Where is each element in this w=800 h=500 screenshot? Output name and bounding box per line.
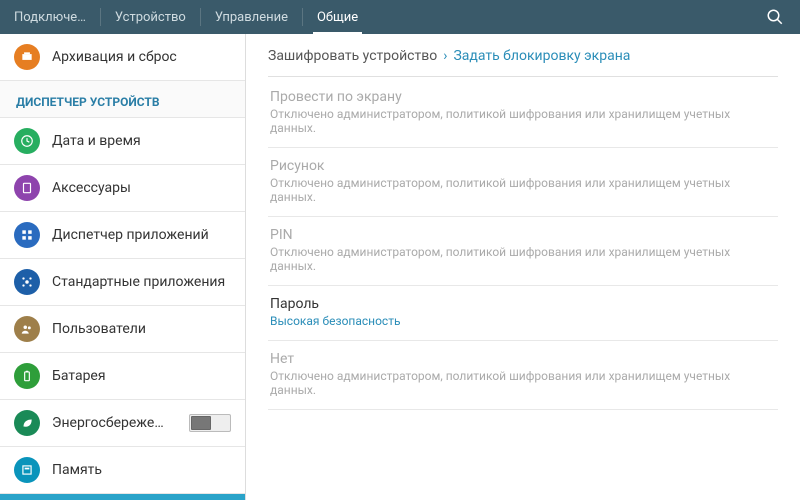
sidebar-item-security[interactable]: Безопасность: [0, 494, 245, 500]
sidebar-item-label: Дата и время: [52, 133, 141, 149]
option-subtitle: Отключено администратором, политикой шиф…: [270, 369, 776, 397]
breadcrumb-root[interactable]: Зашифровать устройство: [268, 48, 437, 64]
option-subtitle: Высокая безопасность: [270, 314, 776, 328]
option-subtitle: Отключено администратором, политикой шиф…: [270, 176, 776, 204]
tab-connections[interactable]: Подключе…: [0, 0, 100, 34]
sidebar-item-date-time[interactable]: Дата и время: [0, 118, 245, 165]
leaf-icon: [14, 410, 40, 436]
sidebar-section-header: ДИСПЕТЧЕР УСТРОЙСТВ: [0, 81, 245, 118]
chevron-right-icon: ›: [443, 48, 447, 64]
sidebar-item-label: Энергосбереже…: [52, 415, 164, 431]
lock-option-none: Нет Отключено администратором, политикой…: [268, 341, 778, 410]
lock-option-password[interactable]: Пароль Высокая безопасность: [268, 286, 778, 341]
sidebar-item-battery[interactable]: Батарея: [0, 353, 245, 400]
option-title: Пароль: [270, 296, 776, 312]
clock-icon: [14, 128, 40, 154]
lock-option-swipe: Провести по экрану Отключено администрат…: [268, 79, 778, 148]
sidebar-item-backup[interactable]: Архивация и сброс: [0, 34, 245, 81]
search-icon: [766, 8, 784, 26]
breadcrumb: Зашифровать устройство › Задать блокиров…: [268, 48, 778, 77]
lock-option-pattern: Рисунок Отключено администратором, полит…: [268, 148, 778, 217]
option-title: Провести по экрану: [270, 89, 776, 105]
sidebar-item-power-saving[interactable]: Энергосбереже…: [0, 400, 245, 447]
option-title: Рисунок: [270, 158, 776, 174]
sidebar-item-accessories[interactable]: Аксессуары: [0, 165, 245, 212]
sidebar-item-label: Батарея: [52, 368, 106, 384]
sidebar-item-storage[interactable]: Память: [0, 447, 245, 494]
lock-option-pin: PIN Отключено администратором, политикой…: [268, 217, 778, 286]
option-title: PIN: [270, 227, 776, 243]
sidebar-item-label: Память: [52, 462, 102, 478]
option-subtitle: Отключено администратором, политикой шиф…: [270, 245, 776, 273]
sidebar: Архивация и сброс ДИСПЕТЧЕР УСТРОЙСТВ Да…: [0, 34, 246, 500]
sidebar-item-app-manager[interactable]: Диспетчер приложений: [0, 212, 245, 259]
sidebar-item-default-apps[interactable]: Стандартные приложения: [0, 259, 245, 306]
sidebar-item-label: Стандартные приложения: [52, 274, 225, 290]
power-saving-toggle[interactable]: [189, 414, 231, 432]
breadcrumb-current: Задать блокировку экрана: [453, 48, 630, 64]
users-icon: [14, 316, 40, 342]
storage-icon: [14, 457, 40, 483]
tab-device[interactable]: Устройство: [101, 0, 200, 34]
accessories-icon: [14, 175, 40, 201]
tab-controls[interactable]: Управление: [201, 0, 302, 34]
sidebar-item-users[interactable]: Пользователи: [0, 306, 245, 353]
sidebar-item-label: Аксессуары: [52, 180, 131, 196]
top-tab-bar: Подключе… Устройство Управление Общие: [0, 0, 800, 34]
tab-general[interactable]: Общие: [303, 0, 372, 34]
backup-icon: [14, 44, 40, 70]
option-subtitle: Отключено администратором, политикой шиф…: [270, 107, 776, 135]
default-apps-icon: [14, 269, 40, 295]
sidebar-item-label: Архивация и сброс: [52, 49, 177, 65]
apps-icon: [14, 222, 40, 248]
search-button[interactable]: [758, 0, 792, 34]
content-pane: Зашифровать устройство › Задать блокиров…: [246, 34, 800, 500]
option-title: Нет: [270, 351, 776, 367]
sidebar-item-label: Пользователи: [52, 321, 146, 337]
sidebar-item-label: Диспетчер приложений: [52, 227, 209, 243]
battery-icon: [14, 363, 40, 389]
